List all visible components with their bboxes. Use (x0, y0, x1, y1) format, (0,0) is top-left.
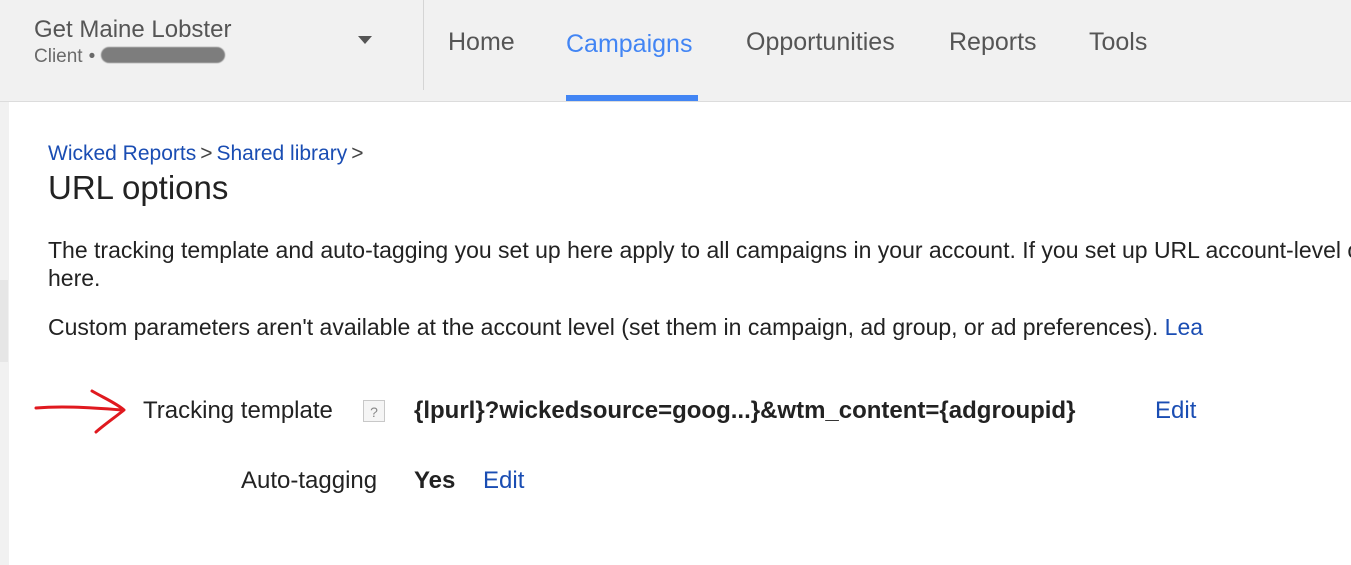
top-bar: Get Maine Lobster Client • Home Campaigns… (0, 0, 1351, 102)
custom-parameters-note: Custom parameters aren't available at th… (48, 314, 1203, 341)
auto-tagging-value: Yes (414, 467, 456, 494)
account-subtitle: Client • (34, 46, 231, 68)
side-gutter (0, 280, 8, 362)
breadcrumb-separator: > (351, 142, 364, 165)
active-tab-indicator (566, 95, 698, 101)
page-description: The tracking template and auto-tagging y… (48, 237, 1351, 291)
main-content: Wicked Reports > Shared library > URL optio… (9, 102, 1351, 565)
breadcrumb: Wicked Reports > Shared library > (48, 142, 367, 166)
learn-more-link[interactable]: Lea (1165, 314, 1203, 340)
nav-reports[interactable]: Reports (949, 28, 1037, 57)
account-selector[interactable]: Get Maine Lobster Client • (34, 16, 231, 68)
account-name: Get Maine Lobster (34, 16, 232, 43)
auto-tagging-label: Auto-tagging (241, 467, 378, 494)
red-arrow-icon (34, 389, 126, 434)
breadcrumb-wicked-reports[interactable]: Wicked Reports (48, 142, 196, 165)
header-divider (423, 0, 424, 90)
tracking-template-label: Tracking template (143, 397, 333, 424)
help-icon[interactable]: ? (363, 400, 385, 422)
account-dropdown-icon[interactable] (356, 34, 374, 46)
breadcrumb-shared-library[interactable]: Shared library (216, 142, 347, 165)
breadcrumb-separator: > (200, 142, 213, 165)
account-role: Client (34, 46, 83, 67)
tracking-template-edit-link[interactable]: Edit (1155, 397, 1196, 425)
nav-campaigns[interactable]: Campaigns (566, 30, 692, 59)
nav-home[interactable]: Home (448, 28, 515, 57)
nav-tools[interactable]: Tools (1089, 28, 1147, 57)
page-title: URL options (48, 169, 229, 206)
account-separator: • (88, 46, 96, 67)
tracking-template-value: {lpurl}?wickedsource=goog...}&wtm_conten… (414, 397, 1076, 424)
nav-opportunities[interactable]: Opportunities (746, 28, 895, 57)
redacted-account-id (101, 46, 226, 63)
auto-tagging-edit-link[interactable]: Edit (483, 467, 524, 495)
custom-parameters-text: Custom parameters aren't available at th… (48, 314, 1159, 340)
